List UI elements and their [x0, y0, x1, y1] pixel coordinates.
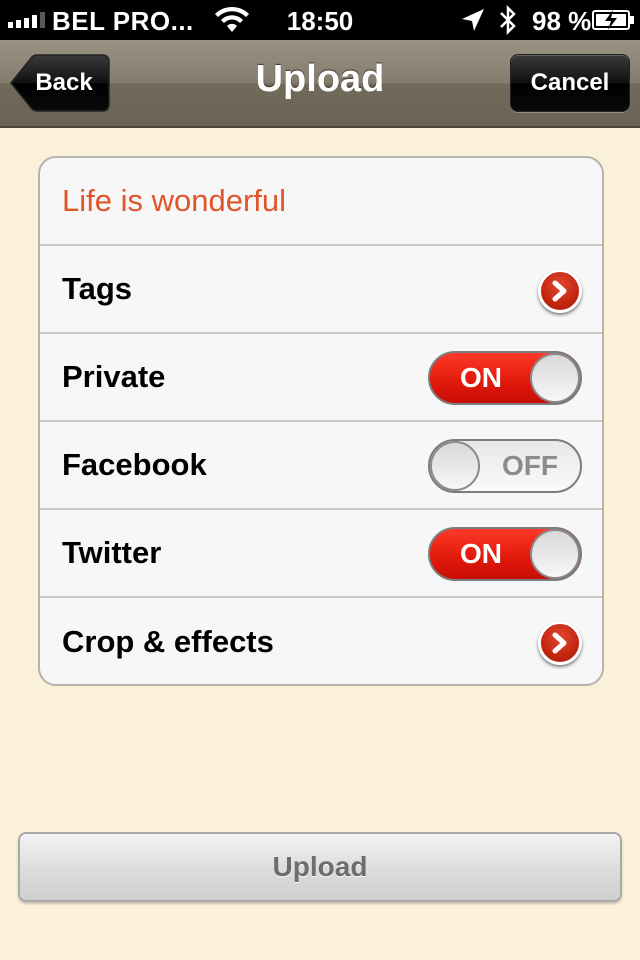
photo-title-row[interactable]: Life is wonderful [40, 158, 602, 246]
toggle-knob [530, 529, 580, 579]
tags-label: Tags [62, 271, 133, 306]
chevron-right-icon[interactable] [538, 269, 582, 313]
private-label: Private [62, 359, 166, 394]
twitter-row: Twitter ON [40, 510, 602, 598]
crop-effects-label: Crop & effects [62, 624, 274, 659]
cancel-button[interactable]: Cancel [510, 54, 630, 112]
crop-effects-row[interactable]: Crop & effects [40, 598, 602, 684]
toggle-knob [430, 441, 480, 491]
bluetooth-icon [500, 4, 516, 36]
facebook-label: Facebook [62, 447, 207, 482]
facebook-toggle[interactable]: OFF [428, 439, 582, 493]
chevron-right-icon[interactable] [538, 621, 582, 665]
twitter-label: Twitter [62, 535, 162, 570]
private-toggle-state: ON [460, 362, 502, 393]
status-bar: BEL PRO... 18:50 98 % [0, 0, 640, 40]
battery-charging-icon [592, 10, 634, 30]
tags-row[interactable]: Tags [40, 246, 602, 334]
photo-title: Life is wonderful [62, 183, 287, 218]
twitter-toggle[interactable]: ON [428, 527, 582, 581]
facebook-toggle-state: OFF [502, 450, 558, 481]
navigation-bar: Back Upload Cancel [0, 40, 640, 128]
upload-button[interactable]: Upload [18, 832, 622, 902]
private-row: Private ON [40, 334, 602, 422]
twitter-toggle-state: ON [460, 538, 502, 569]
toggle-knob [530, 353, 580, 403]
private-toggle[interactable]: ON [428, 351, 582, 405]
upload-options-group: Life is wonderful Tags Private ON Facebo… [38, 156, 604, 686]
facebook-row: Facebook OFF [40, 422, 602, 510]
location-icon [462, 9, 484, 31]
battery-percent: 98 % [532, 6, 592, 36]
